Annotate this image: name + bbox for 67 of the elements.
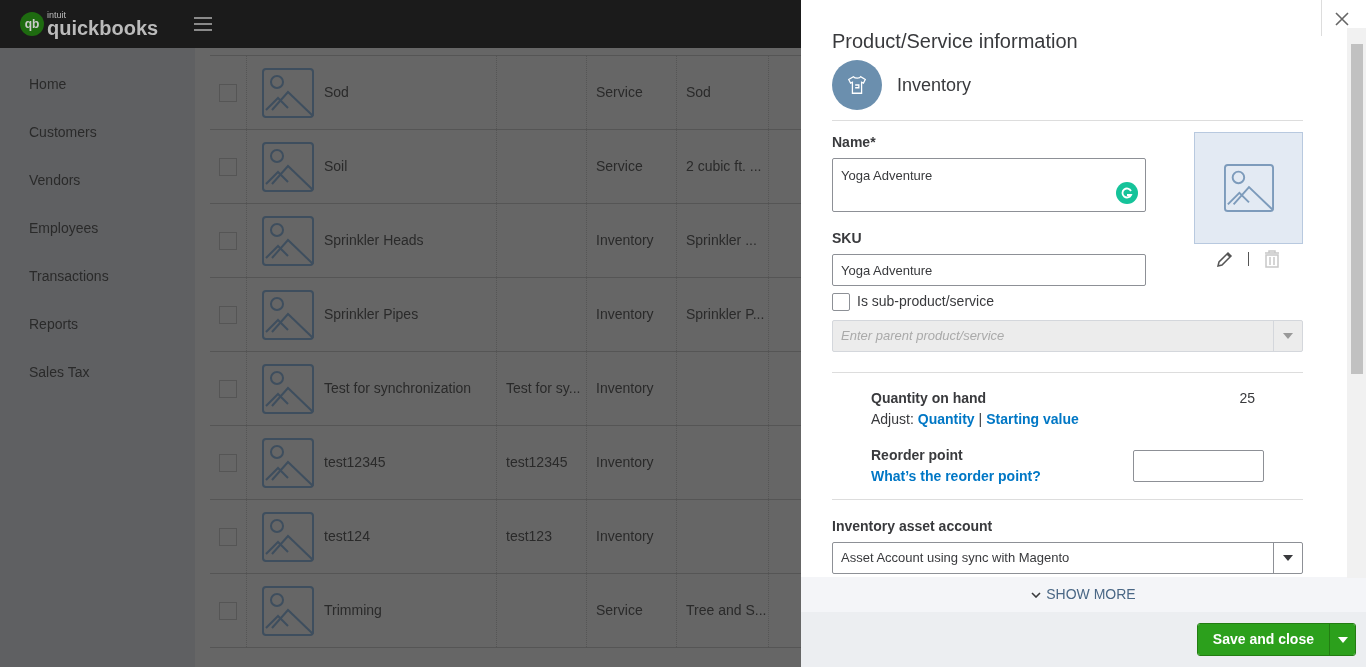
sub-product-checkbox[interactable] xyxy=(832,292,850,311)
t-shirt-icon xyxy=(832,60,882,110)
image-placeholder-icon xyxy=(262,66,314,119)
save-and-close-button[interactable]: Save and close xyxy=(1197,624,1329,655)
table-cell-text: Service xyxy=(596,157,643,176)
grammar-check-icon xyxy=(1116,182,1138,204)
sku-field[interactable]: Yoga Adventure xyxy=(832,254,1146,286)
image-placeholder-icon xyxy=(262,362,314,415)
save-options-button[interactable] xyxy=(1329,624,1355,655)
image-upload-area[interactable] xyxy=(1194,132,1303,244)
image-placeholder-icon xyxy=(262,436,314,489)
field-label: Inventory asset account xyxy=(832,517,994,536)
image-placeholder-icon xyxy=(262,288,314,341)
table-cell-text: Trimming xyxy=(324,601,382,620)
adjust-link[interactable]: Quantity xyxy=(917,409,975,430)
logo-caption: intuit xyxy=(47,10,67,20)
field-label: SKU xyxy=(832,229,863,248)
table-cell-text: Inventory xyxy=(596,527,654,546)
edit-icon[interactable] xyxy=(1216,250,1234,268)
quantity-value: 25 xyxy=(1239,389,1255,408)
panel-title: Product/Service information xyxy=(832,29,1079,54)
table-cell-text: Sprinkler ... xyxy=(686,231,757,250)
table-cell-text: 2 cubic ft. ... xyxy=(686,157,762,176)
table-cell-text: Test for synchronization xyxy=(324,379,472,398)
image-placeholder-icon xyxy=(262,510,314,563)
menu-icon[interactable] xyxy=(194,17,213,31)
table-cell-text: test123 xyxy=(506,527,552,546)
table-cell-text: Inventory xyxy=(596,305,654,324)
table-cell-text: Sprinkler P... xyxy=(686,305,765,324)
field-label: Name* xyxy=(832,133,877,152)
table-cell-text: Soil xyxy=(324,157,348,176)
table-cell-text: Tree and S... xyxy=(686,601,767,620)
table-cell-text: test12345 xyxy=(506,453,568,472)
image-placeholder-icon xyxy=(1223,163,1274,213)
table-cell-text: Sprinkler Heads xyxy=(324,231,424,250)
logo-wordmark: quickbooks xyxy=(47,17,159,38)
table-cell-text: test124 xyxy=(324,527,370,546)
table-cell-text: Service xyxy=(596,83,643,102)
field-label: Quantity on hand xyxy=(871,389,987,408)
table-cell-text: Sod xyxy=(324,83,349,102)
image-placeholder-icon xyxy=(262,584,314,637)
table-cell-text: Sprinkler Pipes xyxy=(324,305,419,324)
separator-text: | xyxy=(978,410,983,429)
show-more-button[interactable]: SHOW MORE xyxy=(1031,584,1136,605)
image-placeholder-icon xyxy=(262,140,314,193)
table-cell-text: Sod xyxy=(686,83,711,102)
trash-icon[interactable] xyxy=(1263,250,1281,268)
logo-mark: qb xyxy=(20,12,44,36)
table-cell-text: test12345 xyxy=(324,453,386,472)
table-cell-text: Test for sy... xyxy=(506,379,581,398)
table-cell-text: Service xyxy=(596,601,643,620)
adjust-label: Adjust: xyxy=(871,410,914,429)
table-cell-text: Inventory xyxy=(596,231,654,250)
image-placeholder-icon xyxy=(262,214,314,267)
close-button[interactable] xyxy=(1334,10,1352,28)
reorder-point-field[interactable] xyxy=(1133,450,1264,482)
field-label: Reorder point xyxy=(871,446,964,465)
chevron-down-icon xyxy=(1031,591,1042,598)
adjust-link[interactable]: Starting value xyxy=(986,409,1079,430)
item-type-label: Inventory xyxy=(897,73,972,97)
scrollbar[interactable] xyxy=(1347,28,1366,578)
checkbox-label: Is sub-product/service xyxy=(857,292,994,311)
caret-down-icon xyxy=(1337,636,1348,643)
table-cell-text: Inventory xyxy=(596,453,654,472)
table-cell-text: Inventory xyxy=(596,379,654,398)
help-link[interactable]: What’s the reorder point? xyxy=(871,466,1041,487)
name-field[interactable]: Yoga Adventure xyxy=(832,158,1146,212)
